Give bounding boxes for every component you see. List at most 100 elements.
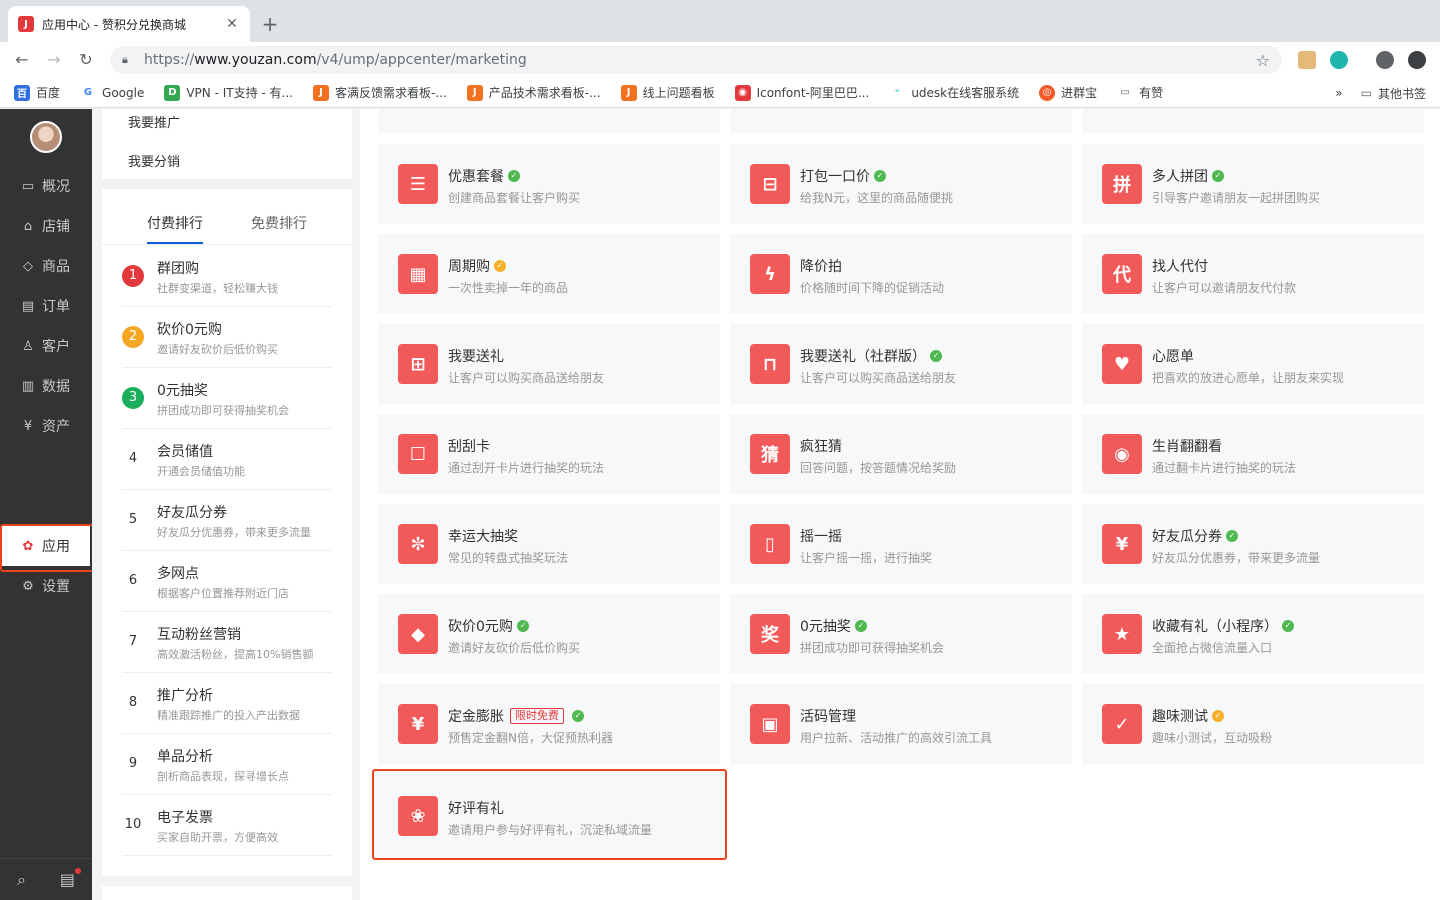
app-card-partial[interactable]	[1082, 109, 1424, 133]
nav-item-settings[interactable]: ⚙ 设置	[0, 566, 92, 606]
app-card[interactable]: ☐ 刮刮卡 通过刮开卡片进行抽奖的玩法	[378, 414, 720, 494]
nav-item-overview[interactable]: ▭ 概况	[0, 166, 92, 206]
extension-icon[interactable]	[1298, 51, 1316, 69]
ranking-item[interactable]: 2 砍价0元购 邀请好友砍价后低价购买	[122, 307, 332, 368]
bookmarks-more-icon[interactable]: »	[1335, 86, 1342, 100]
secondary-footer-card	[102, 886, 352, 900]
reload-icon[interactable]: ↻	[76, 50, 96, 70]
ranking-item[interactable]: 9 单品分析 剖析商品表现，探寻增长点	[122, 734, 332, 795]
app-title: 0元抽奖 ✓	[800, 616, 867, 636]
app-card[interactable]: ✓ 趣味测试 ✓ 趣味小测试，互动吸粉	[1082, 684, 1424, 764]
url-text[interactable]: https://www.youzan.com/v4/ump/appcenter/…	[144, 52, 1256, 68]
app-desc: 让客户摇一摇，进行抽奖	[800, 551, 933, 565]
ranking-item[interactable]: 3 0元抽奖 拼团成功即可获得抽奖机会	[122, 368, 332, 429]
bookmark-item[interactable]: J 线上问题看板	[620, 84, 715, 101]
extension-m-icon[interactable]	[1330, 51, 1348, 69]
app-card[interactable]: ★ 收藏有礼（小程序） ✓ 全面抢占微信流量入口	[1082, 594, 1424, 674]
ranking-item[interactable]: 4 会员储值 开通会员储值功能	[122, 429, 332, 490]
app-card-partial[interactable]	[730, 109, 1072, 133]
link-promote[interactable]: 我要推广	[128, 112, 180, 131]
nav-item-data[interactable]: ▥ 数据	[0, 366, 92, 406]
app-desc: 全面抢占微信流量入口	[1152, 641, 1273, 655]
app-card[interactable]: 代找人代付 让客户可以邀请朋友代付款	[1082, 234, 1424, 314]
app-desc: 用户拉新、活动推广的高效引流工具	[800, 731, 993, 745]
forward-icon[interactable]: →	[44, 50, 64, 70]
ranking-item[interactable]: 10 电子发票 买家自助开票，方便高效	[122, 795, 332, 856]
app-card[interactable]: 拼多人拼团 ✓ 引导客户邀请朋友一起拼团购买	[1082, 144, 1424, 224]
app-card[interactable]: ¥ 好友瓜分券 ✓ 好友瓜分优惠券，带来更多流量	[1082, 504, 1424, 584]
app-desc: 好友瓜分优惠券，带来更多流量	[1152, 551, 1321, 565]
app-card[interactable]: ⊞ 我要送礼 让客户可以购买商品送给朋友	[378, 324, 720, 404]
nav-item-orders[interactable]: ▤ 订单	[0, 286, 92, 326]
bookmark-item[interactable]: J 产品技术需求看板-...	[466, 84, 601, 101]
nav-item-assets[interactable]: ¥ 资产	[0, 406, 92, 446]
rank-number: 6	[128, 573, 138, 588]
ranking-panel: 付费排行 免费排行 1 群团购 社群变渠道，轻松赚大钱 2 砍价0元购 邀请好友砍价后低价…	[102, 189, 352, 876]
ranking-item[interactable]: 6 多网点 根据客户位置推荐附近门店	[122, 551, 332, 612]
app-card[interactable]: ◆ 砍价0元购 ✓ 邀请好友砍价后低价购买	[378, 594, 720, 674]
app-card-partial[interactable]	[378, 109, 720, 133]
ranking-item[interactable]: 8 推广分析 精准跟踪推广的投入产出数据	[122, 673, 332, 734]
app-title-text: 打包一口价	[800, 169, 870, 185]
app-card[interactable]: ⊟ 打包一口价 ✓ 给我N元，这里的商品随便挑	[730, 144, 1072, 224]
app-title: 我要送礼（社群版） ✓	[800, 346, 942, 366]
message-icon[interactable]: ▤	[60, 868, 82, 889]
avatar[interactable]	[30, 121, 62, 153]
tab-paid-ranking[interactable]: 付费排行	[147, 213, 203, 233]
close-tab-icon[interactable]: ✕	[224, 16, 240, 32]
nav-item-goods[interactable]: ◇ 商品	[0, 246, 92, 286]
app-card[interactable]: ❀ 好评有礼 邀请用户参与好评有礼，沉淀私域流量	[372, 769, 727, 860]
app-desc: 常见的转盘式抽奖玩法	[448, 551, 569, 565]
other-bookmarks[interactable]: 其他书签	[1378, 85, 1426, 102]
bookmark-item[interactable]: G Google	[80, 84, 144, 101]
bookmark-item[interactable]: D VPN - IT支持 - 有...	[164, 84, 293, 101]
back-icon[interactable]: ←	[12, 50, 32, 70]
tag-icon: ◇	[23, 258, 33, 274]
app-title: 活码管理	[800, 706, 856, 726]
app-card[interactable]: ⊓ 我要送礼（社群版） ✓ 让客户可以购买商品送给朋友	[730, 324, 1072, 404]
browser-tab[interactable]: J 应用中心 - 赞积分兑换商城 ✕	[8, 6, 250, 42]
favorite-icon: ★	[1102, 614, 1142, 654]
app-card[interactable]: ✼ 幸运大抽奖 常见的转盘式抽奖玩法	[378, 504, 720, 584]
profile-icon[interactable]	[1376, 51, 1394, 69]
app-card[interactable]: 猜疯狂猜 回答问题，按答题情况给奖励	[730, 414, 1072, 494]
app-title-text: 优惠套餐	[448, 169, 504, 185]
bookmark-item[interactable]: 百百度	[14, 84, 60, 101]
app-card[interactable]: ♥ 心愿单 把喜欢的放进心愿单，让朋友来实现	[1082, 324, 1424, 404]
nav-item-customers[interactable]: ♙ 客户	[0, 326, 92, 366]
bookmark-item[interactable]: ◎ 进群宝	[1039, 84, 1097, 101]
address-bar[interactable]: 🔒︎ https://www.youzan.com/v4/ump/appcent…	[110, 46, 1282, 74]
nav-item-store[interactable]: ⌂ 店铺	[0, 206, 92, 246]
app-card[interactable]: ▯ 摇一摇 让客户摇一摇，进行抽奖	[730, 504, 1072, 584]
new-tab-icon[interactable]: +	[258, 12, 282, 36]
link-distribute[interactable]: 我要分销	[128, 151, 180, 170]
app-card[interactable]: ϟ 降价拍 价格随时间下降的促销活动	[730, 234, 1072, 314]
bookmark-item[interactable]: ᵕ udesk在线客服系统	[889, 84, 1019, 101]
search-icon[interactable]: ⌕	[17, 870, 26, 890]
bookmark-star-icon[interactable]: ☆	[1256, 51, 1270, 70]
app-card[interactable]: 奖 0元抽奖 ✓ 拼团成功即可获得抽奖机会	[730, 594, 1072, 674]
prize-icon: 奖	[750, 614, 790, 654]
bookmark-item[interactable]: ▭ 有赞	[1117, 84, 1163, 101]
app-title: 砍价0元购 ✓	[448, 616, 529, 636]
app-card[interactable]: ☰ 优惠套餐 ✓ 创建商品套餐让客户购买	[378, 144, 720, 224]
bookmark-item[interactable]: ◉ Iconfont-阿里巴巴...	[734, 84, 869, 101]
ranking-item[interactable]: 7 互动粉丝营销 高效激活粉丝，提高10%销售额	[122, 612, 332, 673]
app-title-text: 幸运大抽奖	[448, 529, 518, 545]
app-title-text: 我要送礼（社群版）	[800, 349, 926, 365]
ranking-item[interactable]: 5 好友瓜分券 好友瓜分优惠券，带来更多流量	[122, 490, 332, 551]
rank-title: 多网点	[157, 566, 199, 582]
update-icon[interactable]	[1408, 51, 1426, 69]
app-card[interactable]: ¥ 定金膨胀 限时免费 ✓ 预售定金翻N倍，大促预热利器	[378, 684, 720, 764]
app-card[interactable]: ▣ 活码管理 用户拉新、活动推广的高效引流工具	[730, 684, 1072, 764]
bookmark-item[interactable]: J 客满反馈需求看板-...	[313, 84, 447, 101]
tab-free-ranking[interactable]: 免费排行	[251, 213, 307, 233]
app-card[interactable]: ▦ 周期购 ✓ 一次性卖掉一年的商品	[378, 234, 720, 314]
ranking-item[interactable]: 1 群团购 社群变渠道，轻松赚大钱	[122, 246, 332, 307]
lightning-icon: ϟ	[750, 254, 790, 294]
app-desc: 通过翻卡片进行抽奖的玩法	[1152, 461, 1297, 475]
browser-toolbar: ← → ↻ 🔒︎ https://www.youzan.com/v4/ump/a…	[0, 42, 1440, 78]
app-card[interactable]: ◉ 生肖翻翻看 通过翻卡片进行抽奖的玩法	[1082, 414, 1424, 494]
app-desc: 让客户可以购买商品送给朋友	[800, 371, 957, 385]
nav-item-apps[interactable]: ✿ 应用	[0, 524, 96, 572]
